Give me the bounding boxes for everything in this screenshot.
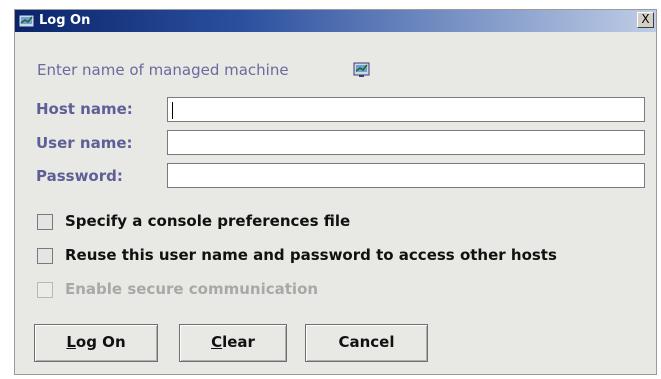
log-on-label-rest: og On bbox=[75, 333, 126, 351]
password-label: Password: bbox=[36, 167, 123, 185]
text-cursor bbox=[172, 102, 173, 119]
close-button[interactable]: X bbox=[637, 12, 654, 28]
window-title: Log On bbox=[39, 13, 91, 28]
managed-machine-icon bbox=[353, 62, 370, 77]
cancel-label: Cancel bbox=[338, 333, 395, 351]
title-bar[interactable]: Log On X bbox=[15, 10, 656, 32]
user-name-label: User name: bbox=[36, 134, 133, 152]
user-name-input[interactable] bbox=[167, 130, 645, 155]
checkbox-label: Enable secure communication bbox=[65, 280, 319, 298]
log-on-dialog: Log On X Enter name of managed machine H… bbox=[14, 9, 657, 375]
log-on-button[interactable]: Log On bbox=[34, 324, 158, 362]
checkbox-box[interactable] bbox=[37, 214, 53, 230]
clear-mnemonic: C bbox=[211, 333, 223, 351]
close-icon: X bbox=[641, 12, 650, 26]
checkbox-label: Specify a console preferences file bbox=[65, 212, 351, 230]
checkbox-box[interactable] bbox=[37, 248, 53, 264]
password-input[interactable] bbox=[167, 163, 645, 188]
managed-machine-icon bbox=[18, 14, 35, 29]
checkbox-box bbox=[37, 282, 53, 298]
host-name-input[interactable] bbox=[167, 97, 645, 122]
clear-button[interactable]: Clear bbox=[179, 324, 287, 362]
checkbox-label: Reuse this user name and password to acc… bbox=[65, 246, 557, 264]
instruction-text: Enter name of managed machine bbox=[37, 61, 289, 79]
clear-label-rest: lear bbox=[222, 333, 255, 351]
host-name-label: Host name: bbox=[36, 100, 133, 118]
log-on-mnemonic: L bbox=[66, 333, 76, 351]
cancel-button[interactable]: Cancel bbox=[305, 324, 428, 362]
